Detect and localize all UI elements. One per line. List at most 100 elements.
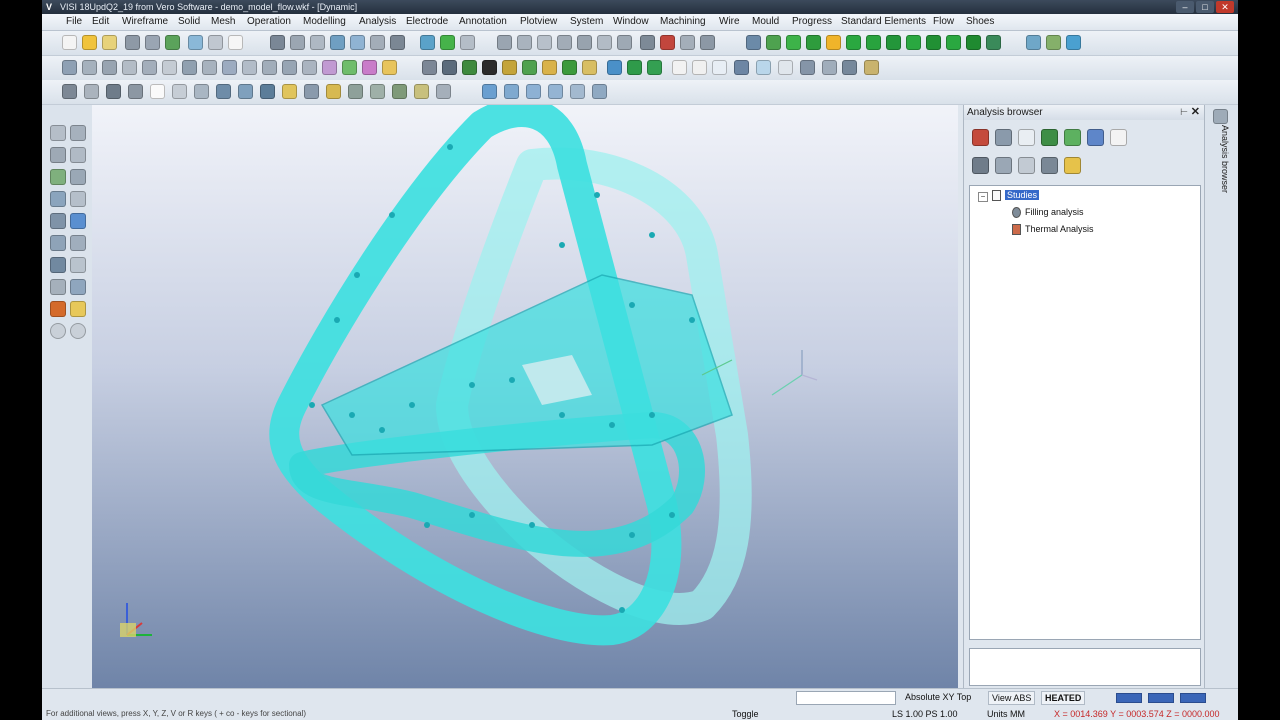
left-tool-17-icon[interactable] — [50, 301, 66, 317]
menu-edit[interactable]: Edit — [92, 14, 109, 30]
boolean-subtract-icon[interactable] — [826, 35, 841, 50]
color-swatch-2[interactable] — [1148, 693, 1174, 703]
wire-tool-16-icon[interactable] — [362, 60, 377, 75]
cylinder-2-icon[interactable] — [692, 60, 707, 75]
workplane-1-icon[interactable] — [482, 84, 497, 99]
cube-5-icon[interactable] — [926, 35, 941, 50]
cylinder-7-icon[interactable] — [800, 60, 815, 75]
section-icon[interactable] — [640, 35, 655, 50]
cube-4-icon[interactable] — [906, 35, 921, 50]
view-tool-18-icon[interactable] — [436, 84, 451, 99]
view-tool-6-icon[interactable] — [172, 84, 187, 99]
plot-icon[interactable] — [208, 35, 223, 50]
layer-icon[interactable] — [680, 35, 695, 50]
grid-tool-icon[interactable] — [864, 60, 879, 75]
view-tool-7-icon[interactable] — [194, 84, 209, 99]
mesh-tool-3-icon[interactable] — [647, 60, 662, 75]
workplane-2-icon[interactable] — [504, 84, 519, 99]
grid-icon[interactable] — [350, 35, 365, 50]
color-swatch-1[interactable] — [1116, 693, 1142, 703]
view-tool-14-icon[interactable] — [348, 84, 363, 99]
view-tool-1-icon[interactable] — [62, 84, 77, 99]
menu-shoes[interactable]: Shoes — [966, 14, 994, 30]
surface-tool-1-icon[interactable] — [422, 60, 437, 75]
surface-tool-7-icon[interactable] — [542, 60, 557, 75]
toggle-button[interactable]: Toggle — [732, 708, 759, 720]
view-tool-2-icon[interactable] — [84, 84, 99, 99]
solid-extrude-icon[interactable] — [766, 35, 781, 50]
wire-tool-15-icon[interactable] — [342, 60, 357, 75]
wire-tool-1-icon[interactable] — [62, 60, 77, 75]
new-file-icon[interactable] — [62, 35, 77, 50]
left-tool-9-icon[interactable] — [50, 213, 66, 229]
result-view-icon[interactable] — [972, 157, 989, 174]
view-tool-12-icon[interactable] — [304, 84, 319, 99]
menu-standard-elements[interactable]: Standard Elements — [841, 14, 926, 30]
workplane-4-icon[interactable] — [548, 84, 563, 99]
solid-revolve-icon[interactable] — [786, 35, 801, 50]
wireframe-view-icon[interactable] — [617, 35, 632, 50]
forward-arrow-icon[interactable] — [70, 323, 86, 339]
view-name-field[interactable]: Absolute XY Top — [905, 691, 971, 703]
boolean-add-icon[interactable] — [806, 35, 821, 50]
side-tab-analysis-browser[interactable]: Analysis browser — [1216, 125, 1230, 205]
study-settings-icon[interactable] — [995, 129, 1012, 146]
left-tool-5-icon[interactable] — [50, 169, 66, 185]
window-icon[interactable] — [228, 35, 243, 50]
left-tool-16-icon[interactable] — [70, 279, 86, 295]
menu-system[interactable]: System — [570, 14, 603, 30]
panel-close-button[interactable]: ✕ — [1191, 105, 1200, 120]
wire-tool-8-icon[interactable] — [202, 60, 217, 75]
wire-tool-9-icon[interactable] — [222, 60, 237, 75]
solid-box-icon[interactable] — [746, 35, 761, 50]
cylinder-6-icon[interactable] — [778, 60, 793, 75]
left-tool-12-icon[interactable] — [70, 235, 86, 251]
surface-tool-2-icon[interactable] — [442, 60, 457, 75]
view-tool-13-icon[interactable] — [326, 84, 341, 99]
cylinder-3-icon[interactable] — [712, 60, 727, 75]
fillet-icon[interactable] — [420, 35, 435, 50]
menu-annotation[interactable]: Annotation — [459, 14, 507, 30]
left-tool-11-icon[interactable] — [50, 235, 66, 251]
cylinder-5-icon[interactable] — [756, 60, 771, 75]
menu-flow[interactable]: Flow — [933, 14, 954, 30]
surface-tool-6-icon[interactable] — [522, 60, 537, 75]
color-swatch-3[interactable] — [1180, 693, 1206, 703]
left-tool-10-icon[interactable] — [70, 213, 86, 229]
menu-solid[interactable]: Solid — [178, 14, 200, 30]
view-tool-16-icon[interactable] — [392, 84, 407, 99]
surface-tool-4-icon[interactable] — [482, 60, 497, 75]
surface-tool-5-icon[interactable] — [502, 60, 517, 75]
spline-icon[interactable] — [330, 35, 345, 50]
menu-wire[interactable]: Wire — [719, 14, 740, 30]
left-tool-14-icon[interactable] — [70, 257, 86, 273]
left-tool-6-icon[interactable] — [70, 169, 86, 185]
menu-modelling[interactable]: Modelling — [303, 14, 346, 30]
command-input[interactable] — [796, 691, 896, 705]
study-run-icon[interactable] — [1064, 129, 1081, 146]
view-tool-10-icon[interactable] — [260, 84, 275, 99]
back-arrow-icon[interactable] — [50, 323, 66, 339]
menu-plotview[interactable]: Plotview — [520, 14, 557, 30]
maximize-button[interactable]: □ — [1196, 1, 1214, 13]
cylinder-8-icon[interactable] — [822, 60, 837, 75]
print-icon[interactable] — [188, 35, 203, 50]
fit-view-icon[interactable] — [577, 35, 592, 50]
study-material-icon[interactable] — [1018, 129, 1035, 146]
tree-root-studies[interactable]: Studies — [992, 189, 1040, 202]
view-abs-field[interactable]: View ABS — [988, 691, 1036, 705]
menu-operation[interactable]: Operation — [247, 14, 291, 30]
tree-item-thermal-analysis[interactable]: Thermal Analysis — [1012, 223, 1094, 236]
offset-icon[interactable] — [390, 35, 405, 50]
merge-file-icon[interactable] — [102, 35, 117, 50]
import-icon[interactable] — [165, 35, 180, 50]
surface-tool-8-icon[interactable] — [562, 60, 577, 75]
triangle-icon[interactable] — [310, 35, 325, 50]
point-icon[interactable] — [370, 35, 385, 50]
surface-icon[interactable] — [440, 35, 455, 50]
save-as-icon[interactable] — [145, 35, 160, 50]
menu-file[interactable]: File — [66, 14, 82, 30]
study-new-icon[interactable] — [972, 129, 989, 146]
left-tool-3-icon[interactable] — [50, 147, 66, 163]
cube-1-icon[interactable] — [846, 35, 861, 50]
